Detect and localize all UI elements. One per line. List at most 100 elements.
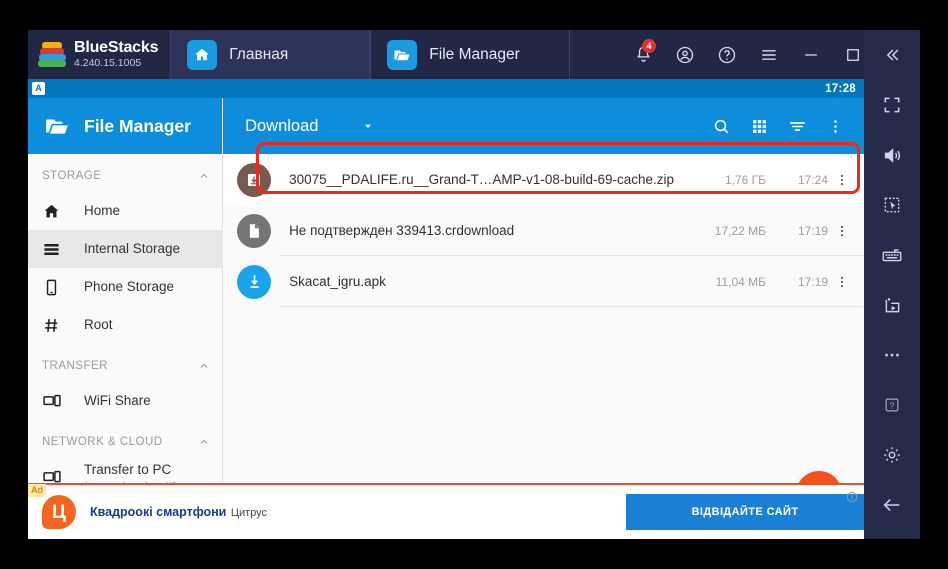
file-time: 17:19 [797, 274, 828, 289]
ad-advertiser: Цитрус [230, 507, 268, 519]
tab-file-manager-label: File Manager [429, 45, 520, 63]
drawer-group-storage[interactable]: STORAGE [28, 160, 222, 192]
window-titlebar: BlueStacks 4.240.15.1005 Главная File Ma… [28, 30, 920, 79]
sidebar-item-transfer-to-pc-label: Transfer to PC [84, 462, 172, 478]
android-screen: A 17:28 File Manager STORAGE Home Intern… [28, 79, 864, 539]
app-toolbar: Download [223, 98, 864, 154]
more-tools-button[interactable] [864, 330, 920, 380]
select-region-button[interactable] [864, 180, 920, 230]
account-button[interactable] [664, 30, 706, 79]
drawer-header: File Manager [28, 98, 223, 154]
chevron-up-icon [198, 170, 210, 182]
bluestacks-side-toolbar: ? [864, 30, 920, 539]
bluestacks-logo-icon [38, 41, 66, 68]
ad-title: Квадроокі смартфони [90, 505, 227, 519]
drawer-title: File Manager [84, 115, 191, 136]
home-icon [42, 202, 84, 221]
bluestacks-window: BlueStacks 4.240.15.1005 Главная File Ma… [0, 0, 948, 569]
screen-record-button[interactable] [864, 280, 920, 330]
advertiser-logo: Ц [42, 495, 76, 529]
sidebar-item-phone-storage-label: Phone Storage [84, 278, 175, 294]
keyboard-controls-button[interactable] [864, 230, 920, 280]
drawer-group-network-cloud-label: NETWORK & CLOUD [42, 436, 163, 448]
drawer-group-transfer-label: TRANSFER [42, 360, 108, 372]
ad-cta-button[interactable]: ВІДВІДАЙТЕ САЙТ [626, 494, 864, 530]
sidebar-item-home-label: Home [84, 202, 121, 218]
table-row[interactable]: Skacat_igru.apk 11,04 МБ 17:19 [223, 256, 864, 307]
chevron-up-icon [198, 436, 210, 448]
settings-button[interactable] [864, 430, 920, 480]
content-area: Download 30075__PDALIFE.ru__Grand-T…AMP-… [223, 98, 864, 539]
sidebar-item-wifi-share[interactable]: WiFi Share [28, 382, 222, 420]
file-size: 11,04 МБ [715, 274, 766, 289]
document-icon [237, 213, 272, 248]
chevron-up-icon [198, 360, 210, 372]
ad-badge: Ad [28, 484, 46, 497]
file-size: 1,76 ГБ [724, 172, 766, 187]
notifications-button[interactable]: 4 [622, 30, 664, 79]
drawer-group-transfer[interactable]: TRANSFER [28, 350, 222, 382]
sort-filter-button[interactable] [778, 98, 816, 154]
row-overflow-menu-button[interactable] [828, 275, 856, 289]
hash-icon [42, 316, 84, 335]
sidebar-item-home[interactable]: Home [28, 192, 222, 230]
drawer-item-list: STORAGE Home Internal Storage Phone Stor… [28, 154, 223, 539]
drawer-group-network-cloud[interactable]: NETWORK & CLOUD [28, 426, 222, 458]
current-folder-title: Download [245, 116, 319, 135]
table-row[interactable]: 30075__PDALIFE.ru__Grand-T…AMP-v1-08-bui… [223, 154, 864, 205]
brand-name: BlueStacks [74, 39, 159, 57]
file-name: 30075__PDALIFE.ru__Grand-T…AMP-v1-08-bui… [289, 172, 674, 187]
folder-open-icon [44, 113, 70, 139]
archive-icon [237, 162, 272, 197]
brand-version: 4.240.15.1005 [74, 57, 142, 70]
row-overflow-menu-button[interactable] [828, 224, 856, 238]
search-button[interactable] [702, 98, 740, 154]
tab-home-label: Главная [229, 45, 289, 63]
file-manager-app: File Manager STORAGE Home Internal Stora… [28, 98, 864, 539]
file-time: 17:19 [797, 223, 828, 238]
help-button[interactable] [706, 30, 748, 79]
phone-icon [42, 278, 84, 297]
android-status-bar: A 17:28 [28, 79, 864, 98]
tab-file-manager[interactable]: File Manager [370, 30, 571, 79]
sidebar-item-wifi-share-label: WiFi Share [84, 392, 151, 408]
grid-view-button[interactable] [740, 98, 778, 154]
download-icon [237, 264, 272, 299]
info-icon[interactable] [846, 491, 858, 503]
svg-text:?: ? [890, 400, 895, 410]
storage-list-icon [42, 240, 84, 259]
file-list: 30075__PDALIFE.ru__Grand-T…AMP-v1-08-bui… [223, 154, 864, 539]
help-tool-button[interactable]: ? [864, 380, 920, 430]
drawer-group-storage-label: STORAGE [42, 170, 102, 182]
volume-button[interactable] [864, 130, 920, 180]
file-time: 17:24 [797, 172, 828, 187]
ad-banner[interactable]: Ad Ц Квадроокі смартфони Цитрус ВІДВІДАЙ… [28, 483, 864, 539]
app-notification-icon: A [32, 82, 45, 95]
devices-icon [42, 391, 84, 411]
tab-home[interactable]: Главная [170, 30, 371, 79]
row-overflow-menu-button[interactable] [828, 173, 856, 187]
bluestacks-logo: BlueStacks 4.240.15.1005 [28, 30, 170, 79]
sidebar-item-phone-storage[interactable]: Phone Storage [28, 268, 222, 306]
titlebar-spacer [570, 30, 622, 79]
file-name: Skacat_igru.apk [289, 274, 386, 289]
row-divider [279, 306, 864, 307]
table-row[interactable]: Не подтвержден 339413.crdownload 17,22 М… [223, 205, 864, 256]
fullscreen-button[interactable] [864, 80, 920, 130]
sidebar-item-root[interactable]: Root [28, 306, 222, 344]
sidebar-item-internal-storage[interactable]: Internal Storage [28, 230, 223, 268]
collapse-sidebar-button[interactable] [864, 30, 920, 80]
minimize-button[interactable] [790, 30, 832, 79]
sidebar-item-root-label: Root [84, 316, 113, 332]
status-bar-clock: 17:28 [825, 82, 856, 95]
file-size: 17,22 МБ [714, 223, 766, 238]
caret-down-icon[interactable] [362, 120, 374, 132]
menu-button[interactable] [748, 30, 790, 79]
navigation-drawer: File Manager STORAGE Home Internal Stora… [28, 98, 224, 539]
back-button[interactable] [864, 480, 920, 530]
folder-app-icon [387, 39, 418, 70]
notification-badge: 4 [642, 39, 656, 53]
home-app-icon [187, 39, 218, 70]
overflow-menu-button[interactable] [816, 98, 854, 154]
sidebar-item-internal-storage-label: Internal Storage [84, 240, 181, 256]
